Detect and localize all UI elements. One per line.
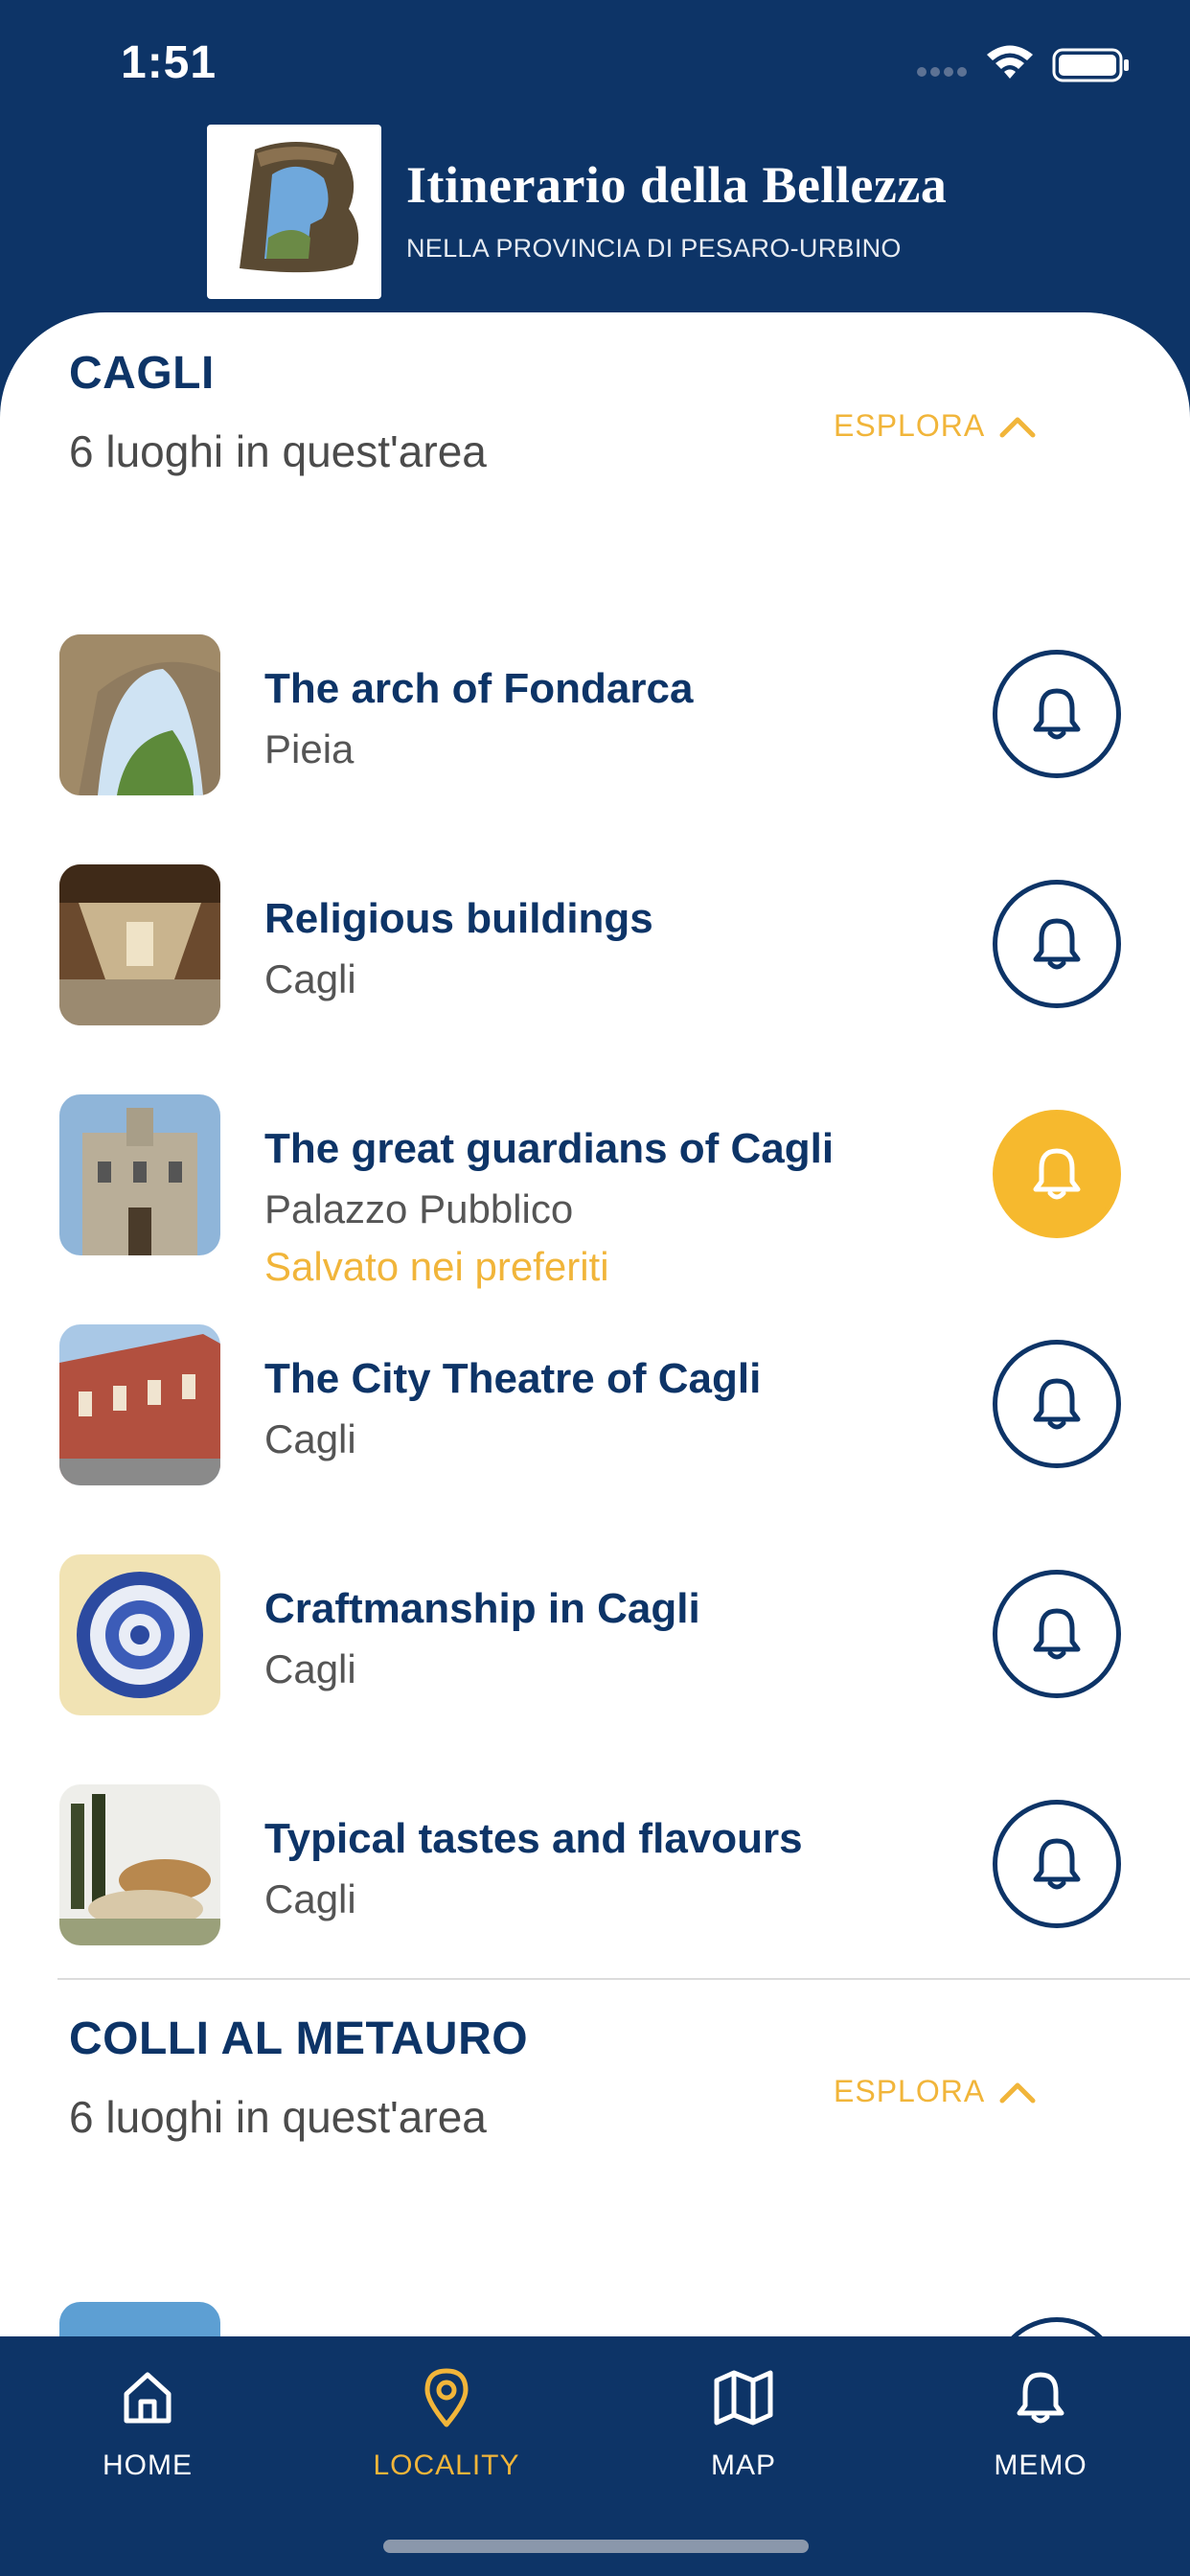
home-icon: [124, 2372, 172, 2424]
favorite-bell-button-active[interactable]: [993, 1110, 1121, 1238]
tab-label: HOME: [103, 2450, 193, 2481]
status-bar: 1:51: [0, 0, 1190, 125]
place-title: The City Theatre of Cagli: [264, 1355, 762, 1402]
list-item[interactable]: The great guardians of Cagli Palazzo Pub…: [0, 1094, 1190, 1324]
place-title: Religious buildings: [264, 895, 653, 942]
list-item-partial[interactable]: [0, 2302, 1190, 2336]
app-header: Itinerario della Bellezza NELLA PROVINCI…: [0, 125, 1190, 316]
section-count: 6 luoghi in quest'area: [69, 2092, 487, 2142]
favorite-bell-button[interactable]: [993, 880, 1121, 1008]
list-item[interactable]: The City Theatre of Cagli Cagli: [0, 1324, 1190, 1554]
app-screen: 1:51 Itinerario della Bellezza NELLA PRO…: [0, 0, 1190, 2576]
tab-map[interactable]: MAP: [638, 2359, 849, 2503]
place-subtitle: Cagli: [264, 956, 356, 1001]
bell-icon: [1033, 1378, 1081, 1430]
section-count: 6 luoghi in quest'area: [69, 426, 487, 476]
place-subtitle: Palazzo Pubblico: [264, 1186, 574, 1231]
chevron-up-icon: [999, 2082, 1036, 2103]
place-title: The arch of Fondarca: [264, 665, 694, 712]
bell-icon: [1017, 2372, 1064, 2424]
place-subtitle: Cagli: [264, 1646, 356, 1691]
app-title: Itinerario della Bellezza: [406, 156, 948, 214]
place-thumbnail: [59, 634, 220, 795]
tab-label: MAP: [710, 2450, 776, 2481]
explore-label: ESPLORA: [834, 2074, 986, 2108]
place-thumbnail: [59, 1554, 220, 1715]
list-item[interactable]: The arch of Fondarca Pieia: [0, 634, 1190, 864]
place-thumbnail: [59, 1324, 220, 1485]
place-thumbnail: [59, 1094, 220, 1255]
list-item[interactable]: Craftmanship in Cagli Cagli: [0, 1554, 1190, 1784]
place-subtitle: Cagli: [264, 1416, 356, 1461]
arch-logo-icon: [240, 142, 359, 273]
section-title: CAGLI: [69, 348, 215, 399]
list-item[interactable]: Religious buildings Cagli: [0, 864, 1190, 1094]
locality-list[interactable]: CAGLI 6 luoghi in quest'area ESPLORA The…: [0, 312, 1190, 2336]
app-logo: [207, 125, 381, 299]
wifi-icon: [987, 45, 1033, 79]
section-title: COLLI AL METAURO: [69, 2013, 529, 2064]
place-subtitle: Pieia: [264, 726, 355, 771]
app-subtitle: NELLA PROVINCIA DI PESARO-URBINO: [406, 234, 902, 263]
status-time: 1:51: [121, 37, 217, 88]
explore-button[interactable]: ESPLORA: [834, 2074, 1037, 2109]
place-title: The great guardians of Cagli: [264, 1125, 835, 1172]
bell-icon: [1033, 1838, 1081, 1890]
place-thumbnail: [59, 2302, 220, 2336]
battery-icon: [1052, 48, 1129, 82]
tab-label: MEMO: [994, 2450, 1087, 2481]
section-header-colli-al-metauro: COLLI AL METAURO 6 luoghi in quest'area …: [0, 1978, 1190, 2189]
place-thumbnail: [59, 864, 220, 1025]
bell-icon: [1033, 918, 1081, 970]
home-indicator[interactable]: [383, 2540, 809, 2553]
favorite-bell-button[interactable]: [993, 1340, 1121, 1468]
tab-memo[interactable]: MEMO: [935, 2359, 1146, 2503]
bottom-tab-bar: HOME LOCALITY MAP MEMO: [0, 2336, 1190, 2576]
saved-note: Salvato nei preferiti: [264, 1244, 609, 1289]
section-header-cagli: CAGLI 6 luoghi in quest'area ESPLORA: [0, 312, 1190, 523]
location-pin-icon: [424, 2368, 469, 2427]
place-title: Craftmanship in Cagli: [264, 1585, 700, 1632]
bell-icon: [1033, 1148, 1081, 1200]
chevron-up-icon: [999, 417, 1036, 437]
tab-locality[interactable]: LOCALITY: [341, 2359, 552, 2503]
bell-icon: [1033, 688, 1081, 740]
tab-home[interactable]: HOME: [42, 2359, 253, 2503]
place-thumbnail: [59, 1784, 220, 1945]
explore-button[interactable]: ESPLORA: [834, 408, 1037, 444]
bell-icon: [1033, 1608, 1081, 1660]
tab-label: LOCALITY: [373, 2450, 520, 2481]
favorite-bell-button[interactable]: [993, 1800, 1121, 1928]
place-title: Typical tastes and flavours: [264, 1815, 803, 1862]
cellular-signal-icon: [917, 67, 967, 77]
place-subtitle: Cagli: [264, 1876, 356, 1921]
explore-label: ESPLORA: [834, 408, 986, 443]
favorite-bell-button[interactable]: [993, 2317, 1121, 2336]
favorite-bell-button[interactable]: [993, 1570, 1121, 1698]
favorite-bell-button[interactable]: [993, 650, 1121, 778]
map-icon: [714, 2370, 773, 2426]
